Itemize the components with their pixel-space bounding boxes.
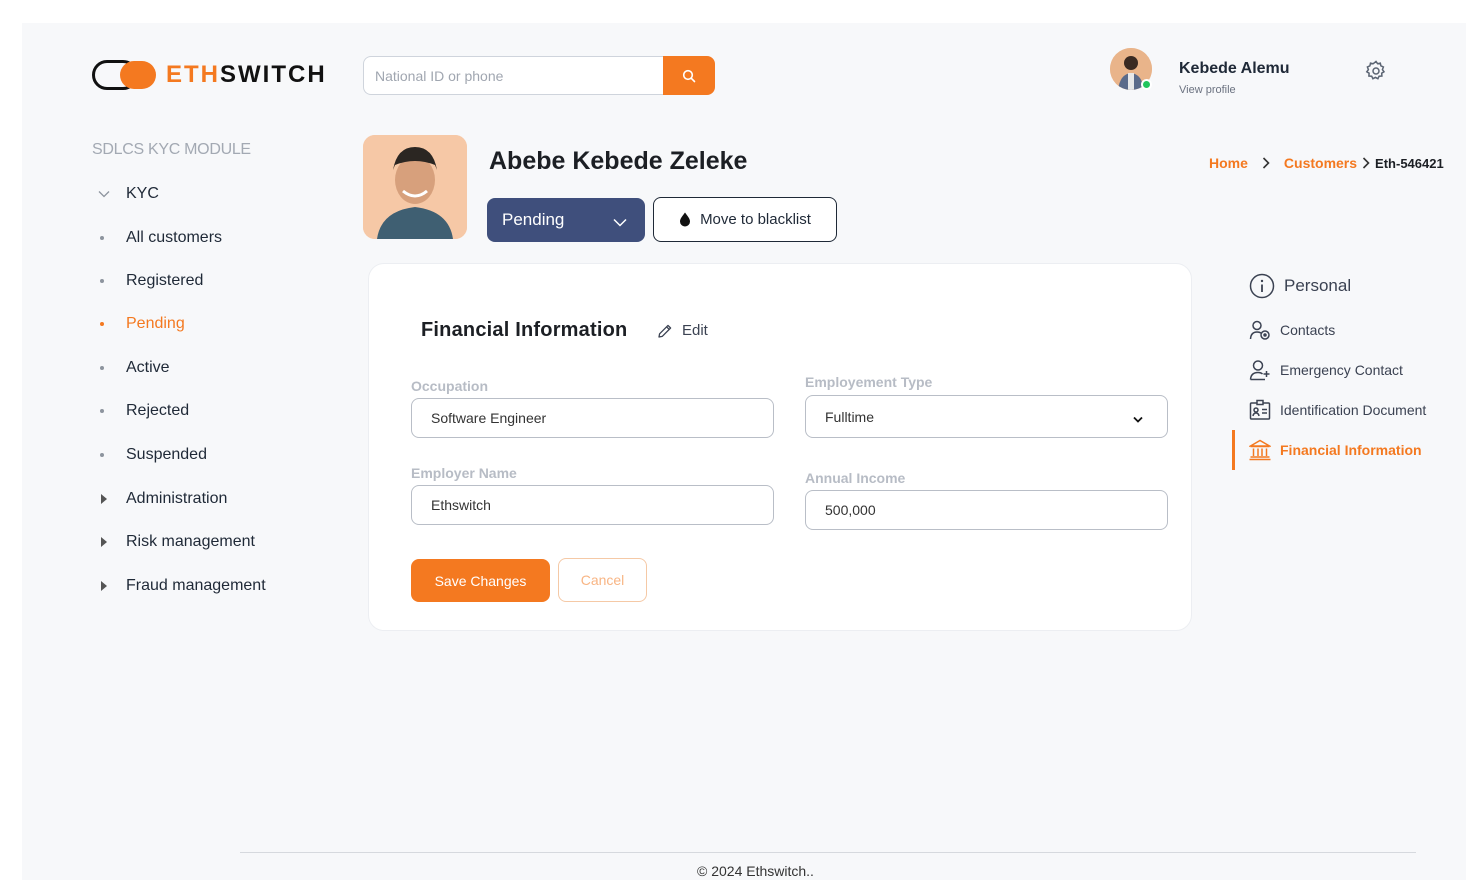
- caret-right-icon: [101, 537, 107, 547]
- card-title: Financial Information: [421, 319, 628, 341]
- logo-mark-icon: [92, 60, 156, 90]
- breadcrumb-customers[interactable]: Customers: [1284, 155, 1357, 171]
- settings-gear-icon[interactable]: [1364, 59, 1388, 83]
- sidebar-item-registered[interactable]: Registered: [98, 272, 203, 290]
- employment-type-select[interactable]: Fulltime: [805, 395, 1168, 438]
- save-label: Save Changes: [434, 572, 527, 589]
- annual-income-label: Annual Income: [805, 470, 906, 486]
- search-icon: [682, 69, 696, 82]
- active-section-indicator: [1232, 430, 1235, 470]
- section-nav-financial-information[interactable]: Financial Information: [1249, 439, 1422, 461]
- financial-info-card: Financial Information Edit Occupation So…: [368, 263, 1192, 631]
- sidebar-item-label: KYC: [126, 185, 159, 202]
- sidebar-item-kyc[interactable]: KYC: [98, 185, 159, 203]
- section-nav-label: Emergency Contact: [1280, 362, 1403, 378]
- sidebar-item-label: Pending: [126, 315, 185, 332]
- section-nav-label: Identification Document: [1280, 402, 1427, 418]
- edit-label: Edit: [682, 322, 708, 339]
- sidebar-item-label: Risk management: [126, 533, 255, 550]
- blacklist-label: Move to blacklist: [700, 211, 811, 228]
- employment-type-label: Employement Type: [805, 374, 933, 390]
- sidebar-item-label: Registered: [126, 272, 204, 289]
- info-icon: [1249, 273, 1275, 299]
- chevron-right-icon: [1362, 157, 1370, 169]
- breadcrumb-current: Eth-546421: [1375, 155, 1444, 171]
- sidebar-item-all-customers[interactable]: All customers: [98, 229, 222, 247]
- employer-name-field[interactable]: Ethswitch: [411, 485, 774, 525]
- customer-photo: [363, 135, 467, 239]
- bank-icon: [1249, 439, 1271, 461]
- sidebar-item-suspended[interactable]: Suspended: [98, 446, 207, 464]
- chevron-down-icon: [1133, 410, 1143, 426]
- pencil-icon: [658, 324, 672, 338]
- id-card-icon: [1249, 399, 1271, 420]
- brand-logo[interactable]: ETHSWITCH: [92, 60, 327, 90]
- section-nav-personal[interactable]: Personal: [1249, 273, 1351, 299]
- sidebar-item-fraud-management[interactable]: Fraud management: [98, 577, 266, 595]
- sidebar-item-label: Fraud management: [126, 577, 266, 594]
- edit-button[interactable]: Edit: [657, 322, 708, 339]
- annual-income-field[interactable]: 500,000: [805, 490, 1168, 530]
- logo-text-eth: ETH: [166, 61, 220, 88]
- sidebar-item-rejected[interactable]: Rejected: [98, 402, 189, 420]
- sidebar-item-active[interactable]: Active: [98, 359, 170, 377]
- cancel-label: Cancel: [580, 572, 625, 588]
- chevron-right-icon: [1262, 157, 1270, 169]
- employer-name-value: Ethswitch: [431, 497, 491, 513]
- online-status-dot: [1141, 79, 1152, 90]
- bullet-icon: [100, 366, 104, 370]
- view-profile-link[interactable]: View profile: [1179, 84, 1236, 96]
- sidebar-item-administration[interactable]: Administration: [98, 490, 227, 508]
- drop-icon: [680, 212, 691, 227]
- footer-copyright: © 2024 Ethswitch..: [697, 863, 814, 879]
- section-nav-label: Contacts: [1280, 322, 1336, 338]
- footer-divider: [240, 852, 1416, 853]
- employer-name-label: Employer Name: [411, 465, 517, 481]
- occupation-value: Software Engineer: [431, 410, 547, 426]
- section-nav-contacts[interactable]: Contacts: [1249, 319, 1335, 341]
- employment-type-value: Fulltime: [825, 408, 875, 425]
- bullet-icon: [100, 322, 104, 326]
- logo-text-switch: SWITCH: [220, 61, 327, 88]
- sidebar-item-label: Suspended: [126, 446, 207, 463]
- bullet-icon: [100, 279, 104, 283]
- section-nav-identification-document[interactable]: Identification Document: [1249, 399, 1426, 421]
- bullet-icon: [100, 409, 104, 413]
- move-to-blacklist-button[interactable]: Move to blacklist: [653, 197, 837, 242]
- section-nav-label: Financial Information: [1280, 442, 1422, 458]
- save-changes-button[interactable]: Save Changes: [411, 559, 550, 602]
- contacts-icon: [1249, 320, 1270, 340]
- sidebar-item-label: All customers: [126, 229, 223, 246]
- caret-right-icon: [101, 494, 107, 504]
- breadcrumb: Home Customers Eth-546421: [1209, 155, 1444, 171]
- search-bar: [363, 56, 715, 95]
- chevron-down-icon: [613, 212, 627, 232]
- search-input[interactable]: [363, 56, 663, 95]
- status-dropdown[interactable]: Pending: [487, 198, 645, 242]
- caret-right-icon: [101, 581, 107, 591]
- sidebar-item-risk-management[interactable]: Risk management: [98, 533, 255, 551]
- breadcrumb-home[interactable]: Home: [1209, 155, 1248, 171]
- occupation-field[interactable]: Software Engineer: [411, 398, 774, 438]
- sidebar-item-label: Active: [126, 359, 170, 376]
- status-dropdown-value: Pending: [502, 210, 565, 229]
- user-name[interactable]: Kebede Alemu: [1179, 60, 1290, 78]
- sidebar-item-label: Rejected: [126, 402, 190, 419]
- sidebar-title: SDLCS KYC MODULE: [92, 141, 251, 158]
- sidebar-item-label: Administration: [126, 490, 228, 507]
- customer-name: Abebe Kebede Zeleke: [489, 147, 748, 175]
- user-plus-icon: [1249, 360, 1270, 381]
- app-frame: ETHSWITCH Kebede Alemu View profile SDLC…: [22, 23, 1466, 880]
- search-button[interactable]: [663, 56, 715, 95]
- cancel-button[interactable]: Cancel: [558, 558, 647, 602]
- section-nav-emergency-contact[interactable]: Emergency Contact: [1249, 359, 1403, 381]
- annual-income-value: 500,000: [825, 502, 876, 518]
- occupation-label: Occupation: [411, 378, 489, 394]
- chevron-down-icon: [98, 190, 110, 198]
- bullet-icon: [100, 453, 104, 457]
- sidebar-item-pending[interactable]: Pending: [98, 315, 185, 333]
- section-nav-label: Personal: [1284, 276, 1352, 295]
- bullet-icon: [100, 236, 104, 240]
